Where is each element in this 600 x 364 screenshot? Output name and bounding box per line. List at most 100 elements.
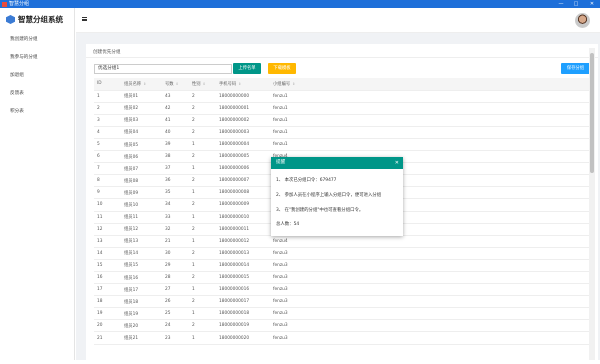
cell-number: 36 bbox=[162, 174, 189, 188]
cell-number: 39 bbox=[162, 138, 189, 152]
cell-gender: 1 bbox=[189, 235, 216, 248]
cell-id: 19 bbox=[94, 307, 121, 321]
cell-group: fenzu3 bbox=[270, 283, 590, 297]
divider bbox=[86, 57, 598, 58]
table-row[interactable]: 17 组员17 27 1 18000000016 fenzu3 bbox=[94, 283, 590, 297]
cell-gender: 1 bbox=[189, 283, 216, 297]
cell-id: 10 bbox=[94, 198, 121, 212]
cell-gender: 2 bbox=[189, 295, 216, 309]
sort-icon[interactable]: ⇕ bbox=[176, 82, 179, 86]
cell-id: 12 bbox=[94, 223, 121, 236]
cell-number: 27 bbox=[162, 283, 189, 297]
dialog-line-view: 3、 在"我创建的分组"中也可查看分组口令。 bbox=[276, 208, 364, 213]
table-row[interactable]: 21 组员21 23 1 18000000020 fenzu3 bbox=[94, 331, 590, 345]
cell-gender: 1 bbox=[189, 331, 216, 345]
table-row[interactable]: 19 组员19 25 1 18000000018 fenzu3 bbox=[94, 307, 590, 321]
sidebar-item-feedback[interactable]: 反馈表 bbox=[10, 90, 24, 96]
cell-phone: 18000000019 bbox=[216, 319, 270, 333]
table-row[interactable]: 5 组员05 39 1 18000000004 fenzu1 bbox=[94, 138, 590, 152]
table-row[interactable]: 15 组员15 29 1 18000000014 fenzu3 bbox=[94, 259, 590, 273]
cell-phone: 18000000004 bbox=[216, 138, 270, 152]
cell-id: 16 bbox=[94, 271, 121, 285]
cell-id: 2 bbox=[94, 102, 121, 115]
group-name-input[interactable]: 优选分组1 bbox=[94, 64, 232, 74]
upload-list-button[interactable]: 上传名单 bbox=[233, 63, 261, 74]
sort-icon[interactable]: ⇕ bbox=[203, 82, 206, 86]
cell-id: 14 bbox=[94, 247, 121, 260]
table-row[interactable]: 2 组员02 42 2 18000000001 fenzu1 bbox=[94, 102, 590, 115]
cell-name: 组员08 bbox=[121, 174, 162, 188]
table-row[interactable]: 18 组员18 26 2 18000000017 fenzu3 bbox=[94, 295, 590, 309]
table-row[interactable]: 3 组员03 41 2 18000000002 fenzu1 bbox=[94, 114, 590, 127]
cell-id: 7 bbox=[94, 162, 121, 176]
close-button[interactable]: ✕ bbox=[586, 0, 598, 8]
cell-name: 组员21 bbox=[121, 331, 162, 345]
scrollbar-thumb[interactable] bbox=[590, 53, 594, 173]
cell-phone: 18000000012 bbox=[216, 235, 270, 248]
cell-gender: 2 bbox=[189, 271, 216, 285]
user-avatar[interactable] bbox=[575, 13, 590, 28]
table-row[interactable]: 16 组员16 28 2 18000000015 fenzu3 bbox=[94, 271, 590, 285]
cell-group: fenzu1 bbox=[270, 90, 590, 103]
dialog-line-join: 2、 参加人员在小程序上输入分组口令，便可进入分组 bbox=[276, 193, 382, 198]
cell-name: 组员12 bbox=[121, 223, 162, 236]
table-row[interactable]: 13 组员13 21 1 18000000012 fenzu4 bbox=[94, 235, 590, 248]
cell-group: fenzu3 bbox=[270, 259, 590, 273]
cell-id: 20 bbox=[94, 319, 121, 333]
cell-number: 41 bbox=[162, 114, 189, 127]
cell-phone: 18000000011 bbox=[216, 223, 270, 236]
cell-id: 9 bbox=[94, 186, 121, 200]
cell-number: 40 bbox=[162, 126, 189, 139]
cell-gender: 1 bbox=[189, 162, 216, 176]
dialog-line-total: 总人数：54 bbox=[276, 222, 300, 227]
col-header-gender[interactable]: 性别 ⇕ bbox=[189, 78, 216, 91]
cell-group: fenzu1 bbox=[270, 138, 590, 152]
cell-gender: 1 bbox=[189, 138, 216, 152]
cell-id: 6 bbox=[94, 150, 121, 164]
cell-number: 24 bbox=[162, 319, 189, 333]
cell-phone: 18000000002 bbox=[216, 114, 270, 127]
cell-group: fenzu4 bbox=[270, 235, 590, 248]
sort-icon[interactable]: ⇕ bbox=[292, 82, 295, 86]
sidebar-item-my-joined-groups[interactable]: 我参与的分组 bbox=[10, 54, 38, 60]
cell-id: 4 bbox=[94, 126, 121, 139]
cell-gender: 1 bbox=[189, 211, 216, 224]
cell-gender: 2 bbox=[189, 102, 216, 115]
cell-id: 18 bbox=[94, 295, 121, 309]
cell-id: 1 bbox=[94, 90, 121, 103]
vertical-scrollbar[interactable] bbox=[589, 48, 595, 360]
col-header-group[interactable]: 小组编号 ⇕ bbox=[270, 78, 590, 91]
cell-number: 23 bbox=[162, 331, 189, 345]
sort-icon[interactable]: ⇕ bbox=[238, 82, 241, 86]
sidebar-item-points[interactable]: 积分表 bbox=[10, 108, 24, 114]
dialog-title: 提醒 bbox=[276, 160, 286, 165]
col-header-id[interactable]: ID bbox=[94, 78, 121, 91]
maximize-button[interactable]: □ bbox=[570, 0, 582, 8]
sidebar-item-join-leave-group[interactable]: 加退组 bbox=[10, 72, 24, 78]
col-header-number[interactable]: 号数 ⇕ bbox=[162, 78, 189, 91]
cell-name: 组员05 bbox=[121, 138, 162, 152]
col-header-name[interactable]: 组员名称 ⇕ bbox=[121, 78, 162, 91]
close-icon[interactable]: ✕ bbox=[395, 157, 399, 169]
col-header-phone[interactable]: 手机号码 ⇕ bbox=[216, 78, 270, 91]
cell-name: 组员02 bbox=[121, 102, 162, 115]
cell-number: 38 bbox=[162, 150, 189, 164]
download-template-button[interactable]: 下载模板 bbox=[268, 63, 296, 74]
sort-icon[interactable]: ⇕ bbox=[143, 82, 146, 86]
cell-number: 26 bbox=[162, 295, 189, 309]
sidebar-item-my-created-groups[interactable]: 我创建的分组 bbox=[10, 36, 38, 42]
window-title: 智慧分组 bbox=[9, 1, 30, 7]
cell-gender: 2 bbox=[189, 319, 216, 333]
minimize-button[interactable]: — bbox=[555, 0, 567, 8]
table-row[interactable]: 1 组员01 43 2 18000000000 fenzu1 bbox=[94, 90, 590, 103]
hamburger-icon[interactable] bbox=[82, 17, 87, 21]
table-row[interactable]: 20 组员20 24 2 18000000019 fenzu3 bbox=[94, 319, 590, 333]
cell-group: fenzu3 bbox=[270, 319, 590, 333]
table-row[interactable]: 14 组员14 30 2 18000000013 fenzu3 bbox=[94, 247, 590, 260]
cell-name: 组员20 bbox=[121, 319, 162, 333]
table-row[interactable]: 4 组员04 40 2 18000000003 fenzu1 bbox=[94, 126, 590, 139]
save-group-button[interactable]: 保存分组 bbox=[561, 63, 590, 74]
cell-number: 42 bbox=[162, 102, 189, 115]
cell-number: 30 bbox=[162, 247, 189, 260]
top-header bbox=[76, 8, 600, 33]
